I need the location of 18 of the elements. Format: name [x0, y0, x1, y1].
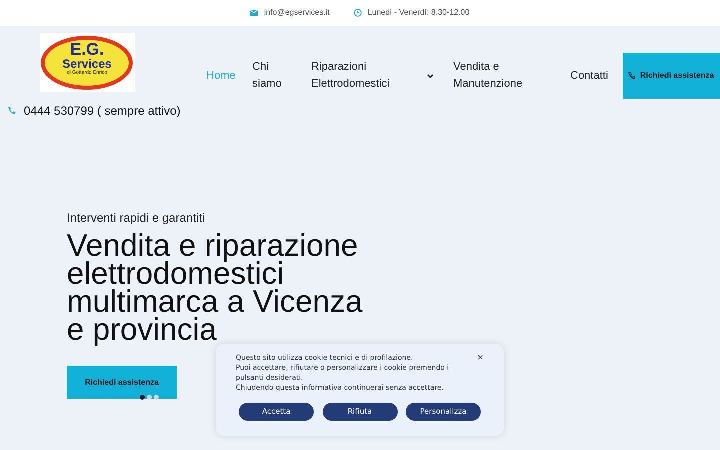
- hero-title: Vendita e riparazione elettrodomestici multimarca a Vicenza e provincia: [67, 229, 364, 344]
- opening-hours: Lunedì - Venerdì: 8.30-12.00: [368, 7, 470, 19]
- hero-subtitle: Interventi rapidi e garantiti: [67, 210, 206, 227]
- nav-link[interactable]: Riparazioni Elettrodomestici: [312, 59, 454, 93]
- phone-number[interactable]: 0444 530799 ( sempre attivo): [24, 102, 181, 120]
- close-button[interactable]: ×: [477, 353, 484, 363]
- nav-link[interactable]: Chi siamo: [252, 59, 312, 93]
- phone-icon: [8, 107, 16, 115]
- envelope-icon: [250, 10, 258, 16]
- email-link[interactable]: info@egservices.it: [264, 7, 330, 19]
- logo-text: E.G.: [70, 41, 104, 58]
- request-assistance-button[interactable]: Richiedi assistenza: [67, 366, 177, 399]
- request-assistance-button[interactable]: Richiedi assistenza: [622, 53, 720, 99]
- nav-link[interactable]: Contatti: [570, 68, 622, 84]
- nav-link[interactable]: Vendita e Manutenzione: [454, 59, 570, 93]
- logo-text: Services: [62, 58, 112, 70]
- clock-icon: [354, 9, 362, 17]
- phone-icon: [628, 72, 636, 80]
